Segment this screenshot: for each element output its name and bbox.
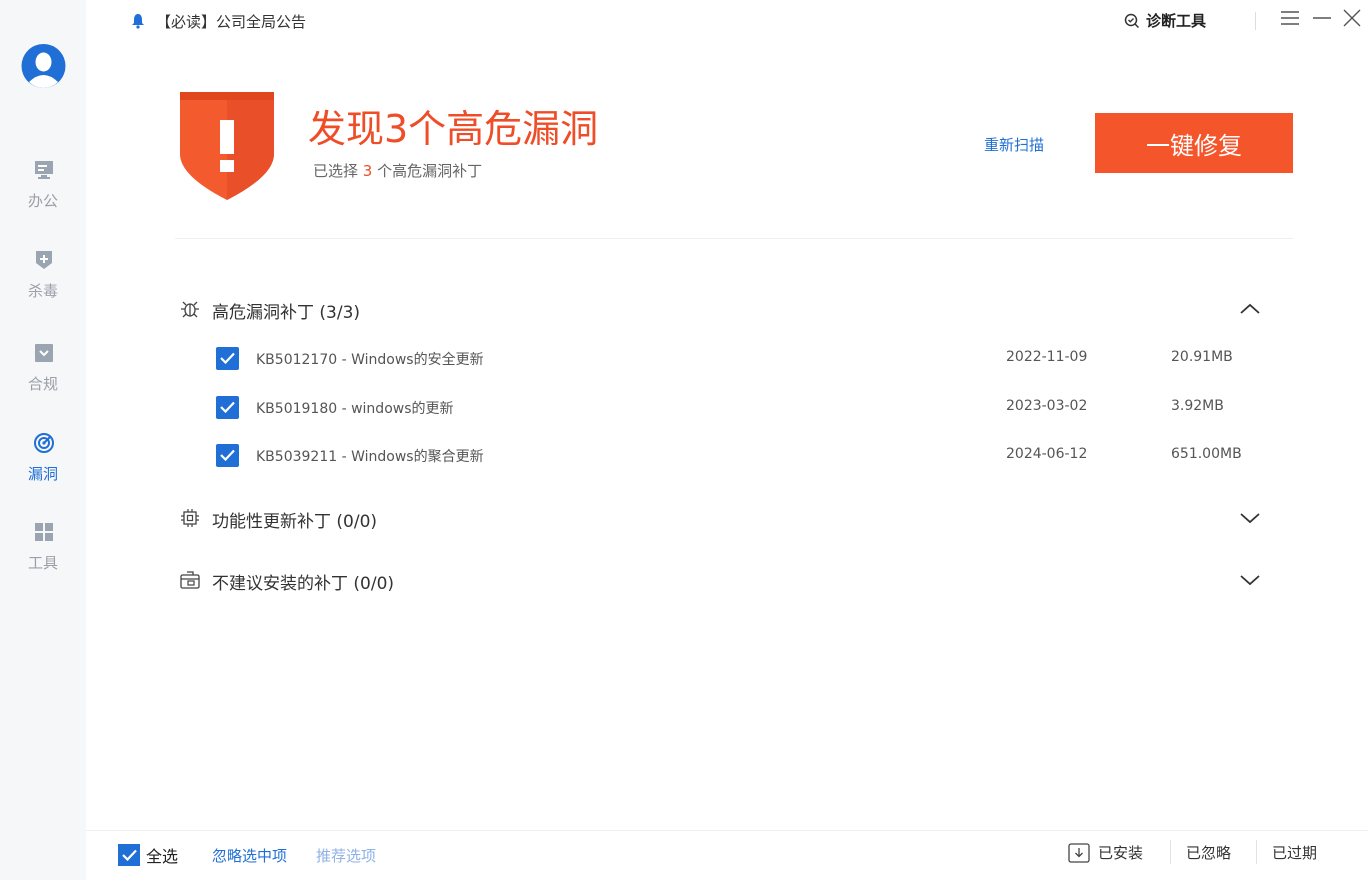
patch-date: 2023-03-02 — [1006, 398, 1088, 414]
close-button[interactable] — [1340, 6, 1364, 30]
installed-label: 已安装 — [1098, 844, 1144, 862]
section-high-risk-patches[interactable]: 高危漏洞补丁 (3/3) — [180, 294, 1270, 324]
diagnostic-tool-label: 诊断工具 — [1146, 12, 1207, 30]
chevron-down-icon[interactable] — [1238, 571, 1262, 589]
expired-tab[interactable]: 已过期 — [1272, 842, 1317, 863]
ignored-label: 已忽略 — [1186, 844, 1232, 862]
patch-checkbox[interactable] — [216, 444, 239, 467]
select-all-label: 全选 — [146, 847, 179, 866]
ignore-selected-link[interactable]: 忽略选中项 — [212, 845, 287, 866]
patch-checkbox[interactable] — [216, 347, 239, 370]
minimize-icon — [1313, 17, 1331, 19]
sidebar-item-vulnerability[interactable]: 漏洞 — [0, 433, 86, 507]
announcement-text: 【必读】公司全局公告 — [156, 12, 307, 31]
subtitle-prefix: 已选择 — [313, 162, 359, 180]
sidebar-item-label: 工具 — [27, 554, 58, 572]
compliance-icon — [35, 344, 53, 362]
bell-icon — [132, 14, 144, 29]
minimize-button[interactable] — [1310, 6, 1334, 30]
sidebar-item-label: 办公 — [27, 192, 58, 210]
select-all-box[interactable] — [118, 844, 140, 866]
subtitle-suffix: 个高危漏洞补丁 — [377, 162, 483, 180]
chevron-down-icon[interactable] — [1238, 509, 1262, 527]
warning-shield-icon — [180, 92, 274, 200]
shield-plus-icon — [36, 251, 52, 269]
footer-separator — [1256, 840, 1257, 864]
announcement-link[interactable]: 【必读】公司全局公告 — [130, 10, 306, 32]
expired-label: 已过期 — [1272, 844, 1318, 862]
section-not-recommended-patches[interactable]: 不建议安装的补丁 (0/0) — [180, 565, 1270, 595]
chevron-up-icon[interactable] — [1238, 300, 1262, 318]
sidebar-item-label: 杀毒 — [27, 282, 58, 300]
download-box-icon — [1068, 842, 1090, 863]
patch-size: 3.92MB — [1171, 398, 1224, 414]
diagnostic-tool-button[interactable]: 诊断工具 — [1124, 10, 1206, 31]
package-icon — [180, 571, 200, 589]
patch-row: KB5012170 - Windows的安全更新 2022-11-09 20.9… — [216, 345, 1276, 371]
patch-row: KB5039211 - Windows的聚合更新 2024-06-12 651.… — [216, 442, 1276, 468]
check-icon — [220, 449, 235, 461]
sidebar-item-label: 合规 — [27, 375, 58, 393]
installed-tab[interactable]: 已安装 — [1068, 842, 1143, 863]
check-icon — [220, 401, 235, 413]
one-click-fix-button[interactable]: 一键修复 — [1095, 113, 1293, 173]
patch-size: 651.00MB — [1171, 446, 1242, 462]
patch-size: 20.91MB — [1171, 349, 1233, 365]
check-icon — [220, 352, 235, 364]
hero-divider — [175, 238, 1293, 239]
patch-date: 2022-11-09 — [1006, 349, 1088, 365]
close-icon — [1343, 9, 1361, 27]
patch-date: 2024-06-12 — [1006, 446, 1088, 462]
select-all-checkbox[interactable]: 全选 — [118, 843, 178, 867]
sidebar-item-office[interactable]: 办公 — [0, 160, 86, 234]
patch-row: KB5019180 - windows的更新 2023-03-02 3.92MB — [216, 394, 1276, 420]
chip-icon — [181, 509, 199, 527]
section-title: 功能性更新补丁 (0/0) — [212, 512, 378, 532]
scan-result-subtitle: 已选择 3 个高危漏洞补丁 — [313, 160, 482, 181]
section-title: 不建议安装的补丁 (0/0) — [212, 574, 395, 594]
sidebar-item-compliance[interactable]: 合规 — [0, 343, 86, 417]
bug-icon — [181, 301, 199, 318]
sidebar-item-label: 漏洞 — [27, 465, 58, 483]
recommended-options-link[interactable]: 推荐选项 — [316, 845, 376, 866]
selected-count: 3 — [362, 162, 373, 180]
patch-name: KB5012170 - Windows的安全更新 — [256, 352, 484, 368]
sidebar-item-tools[interactable]: 工具 — [0, 522, 86, 596]
ignored-tab[interactable]: 已忽略 — [1186, 842, 1231, 863]
check-icon — [122, 849, 137, 861]
diagnose-icon — [1124, 13, 1140, 28]
menu-button[interactable] — [1278, 6, 1302, 30]
rescan-link[interactable]: 重新扫描 — [984, 134, 1044, 155]
patch-name: KB5019180 - windows的更新 — [256, 401, 454, 417]
footer-divider — [86, 830, 1368, 831]
section-title: 高危漏洞补丁 (3/3) — [212, 303, 361, 323]
monitor-icon — [35, 161, 53, 179]
hamburger-icon — [1281, 11, 1299, 25]
footer-separator — [1170, 840, 1171, 864]
topbar-divider — [1255, 12, 1256, 30]
sidebar-item-antivirus[interactable]: 杀毒 — [0, 250, 86, 324]
patch-checkbox[interactable] — [216, 396, 239, 419]
sidebar: 办公 杀毒 合规 漏洞 工具 — [0, 0, 86, 880]
grid-icon — [35, 523, 53, 541]
section-feature-patches[interactable]: 功能性更新补丁 (0/0) — [180, 503, 1270, 533]
app-window: 办公 杀毒 合规 漏洞 工具 【必读】公司全局公告 诊断工具 发现3个高危漏洞 … — [0, 0, 1368, 880]
scan-result-title: 发现3个高危漏洞 — [308, 107, 599, 151]
radar-icon — [34, 433, 54, 453]
patch-name: KB5039211 - Windows的聚合更新 — [256, 449, 484, 465]
user-avatar[interactable] — [20, 42, 67, 94]
